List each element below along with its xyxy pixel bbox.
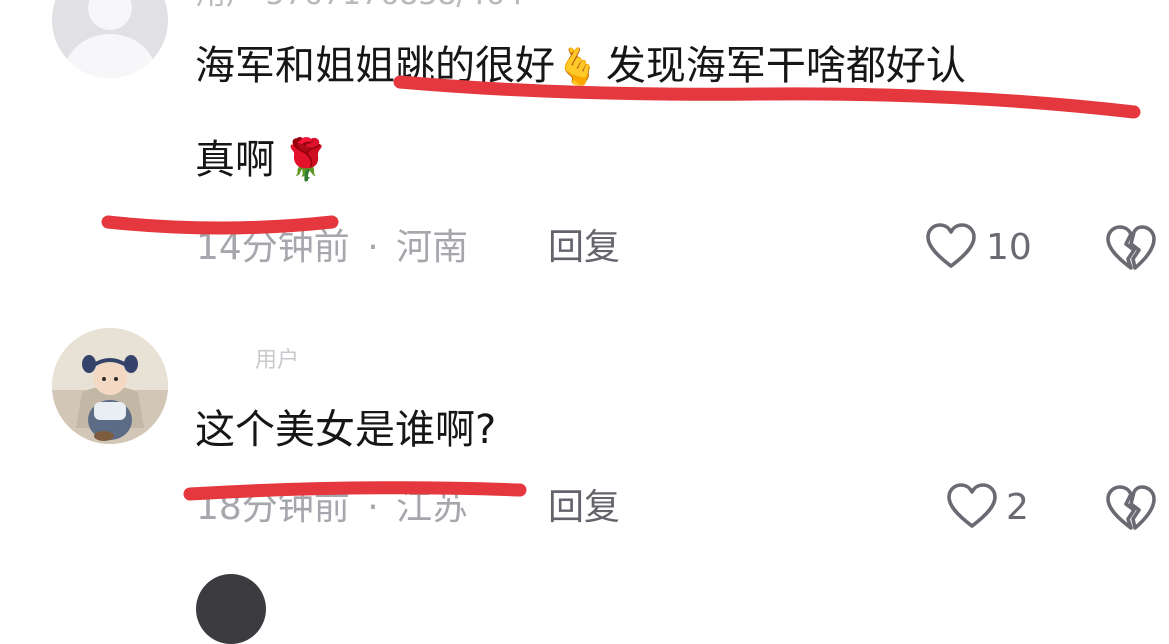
heart-outline-icon — [926, 223, 976, 268]
meta-separator: · — [367, 227, 379, 268]
avatar[interactable] — [52, 0, 168, 78]
comment-meta: 18分钟前 · 江苏 — [196, 490, 468, 526]
dislike-button[interactable] — [1105, 224, 1157, 276]
comment-location: 江苏 — [396, 487, 469, 528]
like-count: 2 — [1006, 487, 1029, 528]
broken-heart-icon — [1106, 485, 1156, 530]
username[interactable]: 用户 5767176838/464 — [196, 0, 524, 10]
comment-time: 18分钟前 — [196, 487, 350, 528]
baby-photo-avatar — [52, 328, 168, 444]
reply-button[interactable]: 回复 — [548, 230, 620, 266]
like-count: 10 — [986, 227, 1032, 268]
comment-text: 真啊 — [195, 137, 275, 183]
comment-text-line-1: 海军和姐姐跳的很好🫰 发现海军干啥都好认 — [195, 46, 966, 86]
comment-meta: 14分钟前 · 河南 — [196, 230, 468, 266]
comment-time: 14分钟前 — [196, 227, 350, 268]
rose-emoji: 🌹 — [281, 137, 331, 183]
username[interactable]: 用户 — [255, 350, 299, 372]
comment-text: 这个美女是谁啊? — [195, 407, 497, 453]
meta-separator: · — [367, 487, 379, 528]
comment-text-line-2: 真啊 🌹 — [195, 140, 331, 180]
comment-text: 发现海军干啥都好认 — [605, 43, 966, 89]
like-button[interactable] — [946, 482, 998, 534]
default-avatar-icon — [64, 0, 156, 78]
heart-outline-icon — [947, 483, 997, 528]
dislike-button[interactable] — [1105, 484, 1157, 536]
comment-text: 海军和姐姐跳的很好 — [195, 43, 555, 89]
reply-button[interactable]: 回复 — [548, 490, 620, 526]
finger-heart-emoji: 🫰 — [555, 47, 600, 88]
like-button[interactable] — [925, 222, 977, 274]
comment-location: 河南 — [396, 227, 469, 268]
avatar[interactable] — [52, 328, 168, 444]
broken-heart-icon — [1106, 225, 1156, 270]
